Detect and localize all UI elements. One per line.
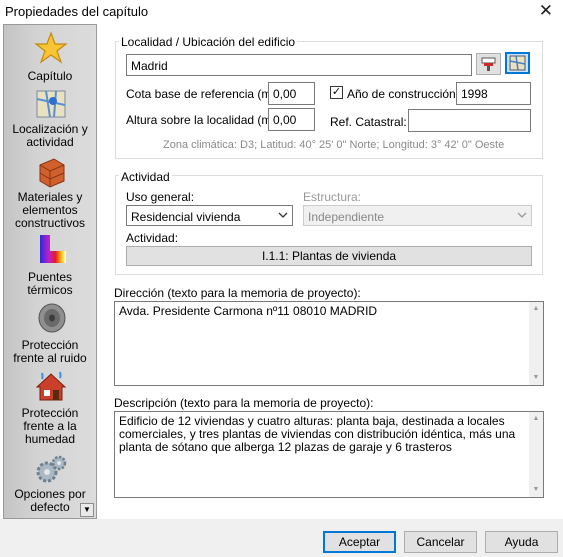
altura-input[interactable]: 0,00 <box>268 108 315 131</box>
cota-input[interactable]: 0,00 <box>268 82 315 105</box>
map-icon <box>509 55 526 71</box>
accept-button[interactable]: Aceptar <box>323 531 396 553</box>
scroll-up-icon[interactable]: ▲ <box>529 412 543 426</box>
sidebar-item-localizacion[interactable]: Localización y actividad <box>4 87 96 151</box>
uso-select[interactable]: Residencial vivienda <box>126 205 293 226</box>
year-input[interactable]: 1998 <box>456 82 531 105</box>
locality-edit-button[interactable] <box>476 53 501 75</box>
scroll-down-icon[interactable]: ▼ <box>529 483 543 497</box>
catastral-label: Ref. Catastral: <box>330 115 407 129</box>
bricks-icon <box>39 158 65 188</box>
direccion-textarea[interactable]: Avda. Presidente Carmona nº11 08010 MADR… <box>114 301 544 386</box>
descripcion-text: Edificio de 12 viviendas y cuatro altura… <box>119 414 516 454</box>
sidebar: Capítulo Localización y actividad Materi… <box>3 24 97 519</box>
cota-label: Cota base de referencia (m): <box>126 87 279 101</box>
thermal-bridge-icon <box>40 235 66 263</box>
sidebar-item-label: Capítulo <box>27 69 73 83</box>
estructura-label: Estructura: <box>303 190 362 204</box>
title-bar: Propiedades del capítulo ✕ <box>0 0 563 24</box>
window-title: Propiedades del capítulo <box>5 4 149 19</box>
sidebar-item-label: térmicos <box>27 283 73 297</box>
estructura-select-value: Independiente <box>308 210 385 224</box>
stamp-icon <box>481 57 496 71</box>
actividad-label: Actividad: <box>126 231 179 245</box>
cancel-button[interactable]: Cancelar <box>404 531 477 553</box>
year-checkbox[interactable]: ✓ <box>330 86 343 99</box>
sidebar-item-humedad[interactable]: Protección frente a la humedad <box>4 369 96 447</box>
chevron-down-icon <box>517 212 527 218</box>
house-moisture-icon <box>35 371 67 401</box>
locality-input[interactable]: Madrid <box>126 54 472 76</box>
speaker-icon <box>38 303 66 333</box>
descripcion-label: Descripción (texto para la memoria de pr… <box>114 396 374 410</box>
uso-select-value: Residencial vivienda <box>131 210 241 224</box>
map-icon <box>36 90 66 118</box>
location-group-title: Localidad / Ubicación del edificio <box>119 35 298 49</box>
descripcion-textarea[interactable]: Edificio de 12 viviendas y cuatro altura… <box>114 411 544 498</box>
direccion-scrollbar[interactable]: ▲ ▼ <box>529 302 543 385</box>
sidebar-item-capitulo[interactable]: Capítulo <box>4 29 96 87</box>
altura-label: Altura sobre la localidad (m): <box>126 113 279 127</box>
dialog-footer: Aceptar Cancelar Ayuda <box>0 519 563 557</box>
close-icon[interactable]: ✕ <box>539 1 553 21</box>
sidebar-item-ruido[interactable]: Protección frente al ruido <box>4 301 96 365</box>
sidebar-item-label: constructivos <box>14 216 86 230</box>
star-icon <box>34 31 68 64</box>
sidebar-item-label: humedad <box>24 432 76 446</box>
sidebar-item-materiales[interactable]: Materiales y elementos constructivos <box>4 155 96 231</box>
main-panel: Localidad / Ubicación del edificio Madri… <box>107 24 563 519</box>
uso-label: Uso general: <box>126 190 195 204</box>
gears-icon <box>36 455 67 483</box>
climate-zone-text: Zona climática: D3; Latitud: 40° 25' 0" … <box>163 139 505 151</box>
direccion-text: Avda. Presidente Carmona nº11 08010 MADR… <box>119 304 378 318</box>
sidebar-scroll-down-button[interactable]: ▼ <box>80 503 94 517</box>
sidebar-item-label: actividad <box>26 135 74 149</box>
sidebar-item-puentes[interactable]: Puentes térmicos <box>4 233 96 297</box>
catastral-input[interactable] <box>408 109 531 132</box>
actividad-button[interactable]: I.1.1: Plantas de vivienda <box>126 246 532 266</box>
help-button[interactable]: Ayuda <box>485 531 558 553</box>
activity-group-title: Actividad <box>119 170 172 184</box>
descripcion-scrollbar[interactable]: ▲ ▼ <box>529 412 543 497</box>
locality-map-button[interactable] <box>505 52 530 74</box>
scroll-up-icon[interactable]: ▲ <box>529 302 543 316</box>
direccion-label: Dirección (texto para la memoria de proy… <box>114 286 361 300</box>
estructura-select[interactable]: Independiente <box>303 205 532 226</box>
year-label: Año de construcción: <box>347 87 460 101</box>
scroll-down-icon[interactable]: ▼ <box>529 371 543 385</box>
sidebar-item-label: frente al ruido <box>13 351 87 365</box>
chevron-down-icon <box>278 212 288 218</box>
